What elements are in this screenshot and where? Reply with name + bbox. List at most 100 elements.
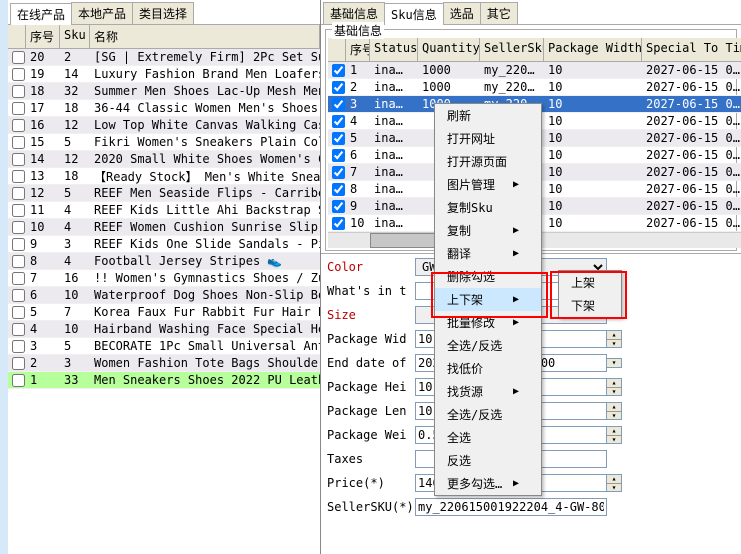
tab-local-products[interactable]: 本地产品 (71, 2, 133, 24)
table-row[interactable]: 23Women Fashion Tote Bags Shoulder Cr (8, 355, 320, 372)
size-label: Size (327, 308, 415, 322)
context-menu[interactable]: 刷新打开网址打开源页面图片管理▶复制Sku复制▶翻译▶删除勾选上下架▶批量修改▶… (434, 103, 542, 496)
table-row[interactable]: 84Football Jersey Stripes 👟 (8, 253, 320, 270)
row-checkbox[interactable] (12, 68, 25, 81)
submenu-item[interactable]: 下架 (559, 294, 621, 317)
menu-item[interactable]: 打开网址 (435, 127, 541, 150)
row-checkbox[interactable] (12, 170, 25, 183)
table-row[interactable]: 716!! Women's Gymnastics Shoes / Zumba (8, 270, 320, 287)
tab-sku-info[interactable]: Sku信息 (384, 3, 444, 25)
end-date-picker[interactable]: ▾ (607, 358, 622, 368)
table-row[interactable]: 2ina… 1000my_220… 102027-06-15 0… (328, 79, 741, 96)
row-checkbox[interactable] (12, 51, 25, 64)
submenu-item[interactable]: 上架 (559, 271, 621, 294)
table-row[interactable]: 202[SG | Extremely Firm] 2Pc Set Super (8, 49, 320, 66)
row-checkbox[interactable] (332, 183, 345, 196)
chevron-right-icon: ▶ (513, 248, 519, 259)
menu-item[interactable]: 找货源▶ (435, 380, 541, 403)
left-tabs: 在线产品 本地产品 类目选择 (8, 0, 320, 25)
menu-item[interactable]: 上下架▶ (435, 288, 541, 311)
pkg-weight-spinner[interactable]: ▴▾ (607, 426, 622, 444)
table-row[interactable]: 1832Summer Men Shoes Lac-Up Mesh Men Ca (8, 83, 320, 100)
row-checkbox[interactable] (12, 272, 25, 285)
tab-selection[interactable]: 选品 (443, 2, 481, 24)
row-checkbox[interactable] (332, 217, 345, 230)
table-row[interactable]: 35BECORATE 1Pc Small Universal Anti-S (8, 338, 320, 355)
tab-other[interactable]: 其它 (480, 2, 518, 24)
menu-item[interactable]: 刷新 (435, 104, 541, 127)
table-row[interactable]: 133Men Sneakers Shoes 2022 PU Leather (8, 372, 320, 389)
table-row[interactable]: 171836-44 Classic Women Men's Shoes Run (8, 100, 320, 117)
tab-online-products[interactable]: 在线产品 (10, 3, 72, 25)
row-checkbox[interactable] (332, 132, 345, 145)
chevron-right-icon: ▶ (513, 478, 519, 489)
row-checkbox[interactable] (12, 323, 25, 336)
tab-basic-info[interactable]: 基础信息 (323, 2, 385, 24)
chevron-right-icon: ▶ (513, 179, 519, 190)
price-spinner[interactable]: ▴▾ (607, 474, 622, 492)
row-checkbox[interactable] (12, 85, 25, 98)
chevron-right-icon: ▶ (513, 317, 519, 328)
chevron-right-icon: ▶ (513, 386, 519, 397)
row-checkbox[interactable] (12, 102, 25, 115)
row-checkbox[interactable] (332, 200, 345, 213)
chevron-right-icon: ▶ (513, 225, 519, 236)
menu-item[interactable]: 打开源页面 (435, 150, 541, 173)
table-row[interactable]: 125REEF Men Seaside Flips - Carribean (8, 185, 320, 202)
group-title: 基础信息 (332, 22, 384, 39)
row-checkbox[interactable] (12, 221, 25, 234)
row-checkbox[interactable] (12, 136, 25, 149)
row-checkbox[interactable] (12, 119, 25, 132)
row-checkbox[interactable] (12, 238, 25, 251)
menu-item[interactable]: 全选 (435, 426, 541, 449)
row-checkbox[interactable] (12, 255, 25, 268)
submenu-onoff-shelf[interactable]: 上架下架 (558, 270, 622, 318)
row-checkbox[interactable] (12, 153, 25, 166)
row-checkbox[interactable] (12, 357, 25, 370)
row-checkbox[interactable] (12, 306, 25, 319)
left-grid-header: 序号 Sku 名称 (8, 25, 320, 49)
row-checkbox[interactable] (332, 81, 345, 94)
sellersku-input[interactable] (415, 498, 607, 516)
row-checkbox[interactable] (12, 289, 25, 302)
menu-item[interactable]: 删除勾选 (435, 265, 541, 288)
row-checkbox[interactable] (12, 204, 25, 217)
pkg-length-spinner[interactable]: ▴▾ (607, 402, 622, 420)
table-row[interactable]: 155Fikri Women's Sneakers Plain Color (8, 134, 320, 151)
table-row[interactable]: 1612Low Top White Canvas Walking Casual (8, 117, 320, 134)
menu-item[interactable]: 反选 (435, 449, 541, 472)
table-row[interactable]: 1ina… 1000my_220… 102027-06-15 0… (328, 62, 741, 79)
row-checkbox[interactable] (12, 187, 25, 200)
row-checkbox[interactable] (12, 374, 25, 387)
table-row[interactable]: 14122020 Small White Shoes Women's Casu (8, 151, 320, 168)
row-checkbox[interactable] (332, 98, 345, 111)
menu-item[interactable]: 全选/反选 (435, 403, 541, 426)
row-checkbox[interactable] (332, 149, 345, 162)
row-checkbox[interactable] (332, 115, 345, 128)
row-checkbox[interactable] (332, 64, 345, 77)
menu-item[interactable]: 翻译▶ (435, 242, 541, 265)
menu-item[interactable]: 复制Sku (435, 196, 541, 219)
table-row[interactable]: 1914Luxury Fashion Brand Men Loafers Sp (8, 66, 320, 83)
row-checkbox[interactable] (12, 340, 25, 353)
pkg-height-label: Package Hei (327, 380, 415, 394)
menu-item[interactable]: 批量修改▶ (435, 311, 541, 334)
table-row[interactable]: 93REEF Kids One Slide Sandals - Pink (8, 236, 320, 253)
table-row[interactable]: 1318【Ready Stock】 Men's White Sneaker (8, 168, 320, 185)
pkg-weight-label: Package Wei (327, 428, 415, 442)
table-row[interactable]: 610Waterproof Dog Shoes Non-Slip Boots (8, 287, 320, 304)
right-grid-header: 序号 Status Quantity SellerSku Package Wid… (328, 38, 741, 62)
table-row[interactable]: 410Hairband Washing Face Special Headb (8, 321, 320, 338)
pkg-height-spinner[interactable]: ▴▾ (607, 378, 622, 396)
table-row[interactable]: 57Korea Faux Fur Rabbit Fur Hair Band (8, 304, 320, 321)
tab-category-select[interactable]: 类目选择 (132, 2, 194, 24)
menu-item[interactable]: 更多勾选…▶ (435, 472, 541, 495)
table-row[interactable]: 114REEF Kids Little Ahi Backstrap Sand (8, 202, 320, 219)
menu-item[interactable]: 找低价 (435, 357, 541, 380)
menu-item[interactable]: 复制▶ (435, 219, 541, 242)
menu-item[interactable]: 图片管理▶ (435, 173, 541, 196)
menu-item[interactable]: 全选/反选 (435, 334, 541, 357)
row-checkbox[interactable] (332, 166, 345, 179)
table-row[interactable]: 104REEF Women Cushion Sunrise Slip On (8, 219, 320, 236)
pkg-width-spinner[interactable]: ▴▾ (607, 330, 622, 348)
